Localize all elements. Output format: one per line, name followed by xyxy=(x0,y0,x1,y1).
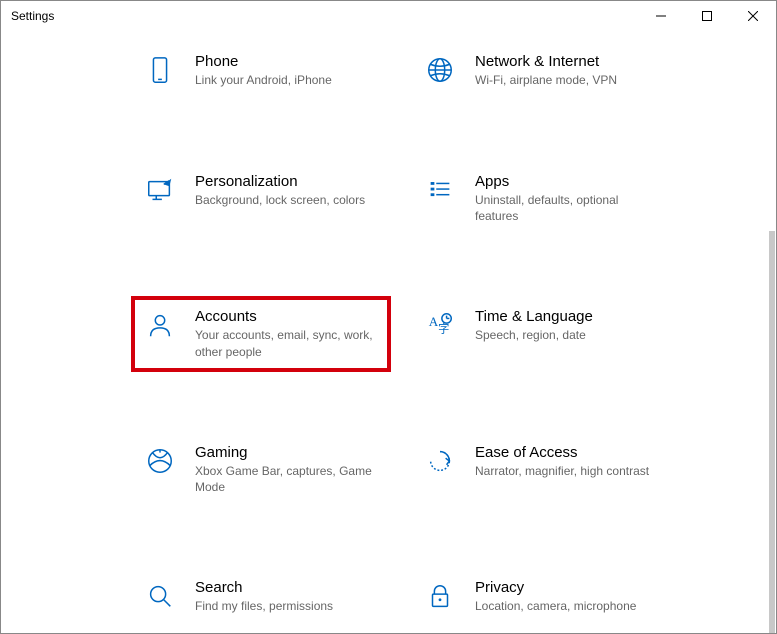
tile-title: Time & Language xyxy=(475,308,659,325)
tile-description: Wi-Fi, airplane mode, VPN xyxy=(475,72,659,88)
tile-description: Find my files, permissions xyxy=(195,598,379,614)
settings-grid: Phone Link your Android, iPhone Network & … xyxy=(131,41,776,633)
tile-description: Xbox Game Bar, captures, Game Mode xyxy=(195,463,379,495)
settings-tile-personalization[interactable]: Personalization Background, lock screen, … xyxy=(131,161,391,221)
search-icon xyxy=(143,579,177,613)
settings-content: Phone Link your Android, iPhone Network & … xyxy=(1,31,776,633)
tile-text: Privacy Location, camera, microphone xyxy=(475,579,659,614)
settings-tile-phone[interactable]: Phone Link your Android, iPhone xyxy=(131,41,391,101)
scrollbar[interactable] xyxy=(769,231,775,633)
settings-tile-time[interactable]: Time & Language Speech, region, date xyxy=(411,296,671,356)
tile-description: Background, lock screen, colors xyxy=(195,192,379,208)
tile-description: Your accounts, email, sync, work, other … xyxy=(195,327,379,359)
settings-tile-ease[interactable]: Ease of Access Narrator, magnifier, high … xyxy=(411,432,671,492)
tile-description: Speech, region, date xyxy=(475,327,659,343)
tile-text: Network & Internet Wi-Fi, airplane mode, … xyxy=(475,53,659,88)
tile-text: Gaming Xbox Game Bar, captures, Game Mode xyxy=(195,444,379,495)
tile-description: Link your Android, iPhone xyxy=(195,72,379,88)
ease-icon xyxy=(423,444,457,478)
tile-text: Search Find my files, permissions xyxy=(195,579,379,614)
apps-icon xyxy=(423,173,457,207)
privacy-icon xyxy=(423,579,457,613)
tile-description: Narrator, magnifier, high contrast xyxy=(475,463,659,479)
tile-title: Gaming xyxy=(195,444,379,461)
personalization-icon xyxy=(143,173,177,207)
tile-title: Accounts xyxy=(195,308,379,325)
tile-description: Location, camera, microphone xyxy=(475,598,659,614)
gaming-icon xyxy=(143,444,177,478)
settings-tile-privacy[interactable]: Privacy Location, camera, microphone xyxy=(411,567,671,627)
tile-title: Search xyxy=(195,579,379,596)
tile-text: Personalization Background, lock screen, … xyxy=(195,173,379,208)
tile-text: Phone Link your Android, iPhone xyxy=(195,53,379,88)
window-controls xyxy=(638,1,776,31)
tile-text: Ease of Access Narrator, magnifier, high … xyxy=(475,444,659,479)
titlebar: Settings xyxy=(1,1,776,31)
network-icon xyxy=(423,53,457,87)
settings-tile-apps[interactable]: Apps Uninstall, defaults, optional featur… xyxy=(411,161,671,236)
tile-title: Phone xyxy=(195,53,379,70)
window-title: Settings xyxy=(11,9,54,23)
tile-title: Privacy xyxy=(475,579,659,596)
tile-title: Apps xyxy=(475,173,659,190)
settings-tile-accounts[interactable]: Accounts Your accounts, email, sync, work… xyxy=(131,296,391,371)
time-icon xyxy=(423,308,457,342)
tile-text: Apps Uninstall, defaults, optional featur… xyxy=(475,173,659,224)
minimize-button[interactable] xyxy=(638,1,684,31)
accounts-icon xyxy=(143,308,177,342)
tile-description: Uninstall, defaults, optional features xyxy=(475,192,659,224)
settings-tile-network[interactable]: Network & Internet Wi-Fi, airplane mode, … xyxy=(411,41,671,101)
tile-title: Network & Internet xyxy=(475,53,659,70)
tile-text: Time & Language Speech, region, date xyxy=(475,308,659,343)
settings-tile-search[interactable]: Search Find my files, permissions xyxy=(131,567,391,627)
tile-text: Accounts Your accounts, email, sync, work… xyxy=(195,308,379,359)
close-button[interactable] xyxy=(730,1,776,31)
phone-icon xyxy=(143,53,177,87)
settings-tile-gaming[interactable]: Gaming Xbox Game Bar, captures, Game Mode xyxy=(131,432,391,507)
maximize-button[interactable] xyxy=(684,1,730,31)
tile-title: Personalization xyxy=(195,173,379,190)
tile-title: Ease of Access xyxy=(475,444,659,461)
